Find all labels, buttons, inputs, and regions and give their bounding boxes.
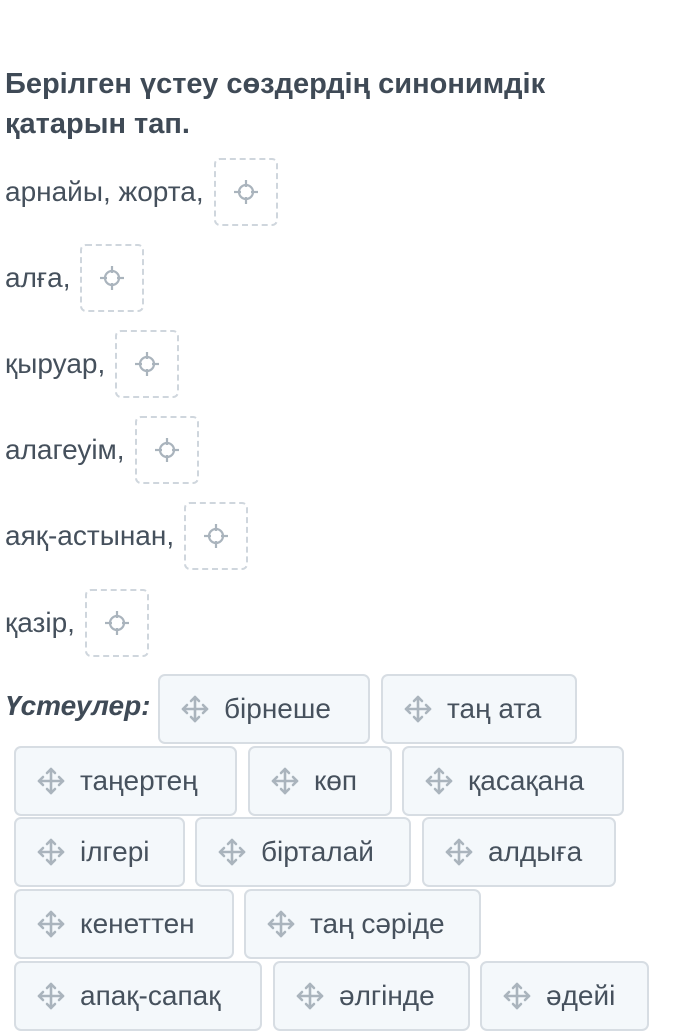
word-chip[interactable]: көп <box>248 746 392 816</box>
match-row: қазір, <box>5 587 149 659</box>
word-chip-label: әлгінде <box>339 980 435 1011</box>
word-chip[interactable]: әлгінде <box>273 961 470 1031</box>
move-arrows-icon <box>445 838 473 866</box>
row-label: қазір, <box>5 607 75 638</box>
word-chip[interactable]: таңертең <box>14 746 237 816</box>
question-title: Берілген үстеу сөздердің синонимдік қата… <box>5 68 546 140</box>
word-chip[interactable]: қасақана <box>402 746 624 816</box>
word-chip-label: алдыға <box>488 836 583 867</box>
word-chip-label: бірнеше <box>224 693 331 724</box>
match-row: аяқ-астынан, <box>5 500 249 572</box>
crosshair-target-icon <box>104 611 129 635</box>
move-arrows-icon <box>37 767 65 795</box>
word-chip[interactable]: таң ата <box>381 674 577 744</box>
row-label: алға, <box>5 262 71 293</box>
crosshair-target-icon <box>100 266 125 290</box>
crosshair-target-icon <box>204 524 229 548</box>
row-label: алагеуім, <box>5 434 125 465</box>
crosshair-target-icon <box>154 438 179 462</box>
move-arrows-icon <box>296 982 324 1010</box>
match-row: қыруар, <box>5 328 180 400</box>
match-row: арнайы, жорта, <box>5 156 278 228</box>
word-chip-label: ілгері <box>80 836 150 867</box>
move-arrows-icon <box>37 838 65 866</box>
drop-zone[interactable] <box>84 589 149 657</box>
row-label: арнайы, жорта, <box>5 176 204 207</box>
word-chip[interactable]: ілгері <box>14 817 185 887</box>
match-row: алға, <box>5 242 145 314</box>
word-chip-label: апақ-сапақ <box>80 980 221 1011</box>
word-chip-label: көп <box>314 765 357 796</box>
move-arrows-icon <box>267 910 295 938</box>
drop-zone[interactable] <box>184 502 249 570</box>
move-arrows-icon <box>218 838 246 866</box>
move-arrows-icon <box>37 982 65 1010</box>
crosshair-target-icon <box>233 180 258 204</box>
row-label: аяқ-астынан, <box>5 520 175 551</box>
move-arrows-icon <box>181 695 209 723</box>
move-arrows-icon <box>503 982 531 1010</box>
move-arrows-icon <box>404 695 432 723</box>
word-chip-label: кенеттен <box>80 908 195 939</box>
word-chip-label: таң ата <box>447 693 542 724</box>
crosshair-target-icon <box>135 352 160 376</box>
move-arrows-icon <box>37 910 65 938</box>
drop-zone[interactable] <box>134 416 199 484</box>
move-arrows-icon <box>271 767 299 795</box>
word-chip-label: қасақана <box>468 765 585 796</box>
word-chip-label: таңертең <box>80 765 198 796</box>
word-chip[interactable]: апақ-сапақ <box>14 961 262 1031</box>
word-bank-label: Үстеулер: <box>5 690 151 721</box>
word-chip[interactable]: таң сәріде <box>244 889 481 959</box>
word-chip[interactable]: кенеттен <box>14 889 234 959</box>
word-chip-label: әдейі <box>546 980 616 1011</box>
word-chip-label: таң сәріде <box>310 908 445 939</box>
word-chip[interactable]: бірталай <box>195 817 411 887</box>
move-arrows-icon <box>425 767 453 795</box>
match-row: алагеуім, <box>5 414 199 486</box>
word-chip[interactable]: алдыға <box>422 817 616 887</box>
word-chip[interactable]: әдейі <box>480 961 649 1031</box>
drop-zone[interactable] <box>213 158 278 226</box>
word-chip-label: бірталай <box>261 836 374 867</box>
row-label: қыруар, <box>5 348 106 379</box>
drop-zone[interactable] <box>80 244 145 312</box>
drop-zone[interactable] <box>115 330 180 398</box>
word-chip[interactable]: бірнеше <box>158 674 370 744</box>
